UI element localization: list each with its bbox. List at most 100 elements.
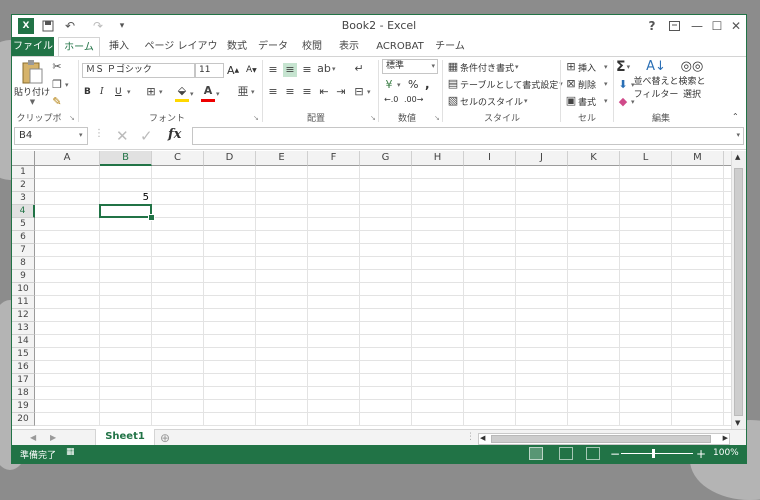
cell-e13[interactable] (256, 322, 308, 335)
tab-team[interactable]: チーム (432, 37, 468, 56)
align-bottom-button[interactable]: ≡ (300, 63, 314, 77)
cell-f6[interactable] (308, 231, 360, 244)
cell-c11[interactable] (152, 296, 204, 309)
scroll-up-icon[interactable]: ▲ (735, 153, 740, 161)
tab-home[interactable]: ホーム (58, 37, 100, 56)
cell-a9[interactable] (35, 270, 100, 283)
cell-j19[interactable] (516, 400, 568, 413)
cell-e20[interactable] (256, 413, 308, 426)
cell-l19[interactable] (620, 400, 672, 413)
cell-m20[interactable] (672, 413, 724, 426)
cell-f1[interactable] (308, 166, 360, 179)
paste-button[interactable]: 貼り付け ▼ (14, 59, 50, 106)
column-header-e[interactable]: E (256, 151, 308, 166)
column-header-l[interactable]: L (620, 151, 672, 166)
cell-d6[interactable] (204, 231, 256, 244)
cell-f12[interactable] (308, 309, 360, 322)
cell-m5[interactable] (672, 218, 724, 231)
cell-d18[interactable] (204, 387, 256, 400)
expand-formula-icon[interactable]: ▾ (735, 131, 740, 139)
cell-m9[interactable] (672, 270, 724, 283)
column-header-a[interactable]: A (35, 151, 100, 166)
underline-dropdown-icon[interactable]: ▾ (126, 88, 131, 96)
cell-l15[interactable] (620, 348, 672, 361)
cell-a7[interactable] (35, 244, 100, 257)
borders-button[interactable]: ⊞ ▾ (144, 85, 162, 99)
cell-g7[interactable] (360, 244, 412, 257)
row-header-3[interactable]: 3 (12, 192, 35, 205)
cell-b18[interactable] (100, 387, 152, 400)
cell-b10[interactable] (100, 283, 152, 296)
cell-b15[interactable] (100, 348, 152, 361)
column-header-d[interactable]: D (204, 151, 256, 166)
cell-j16[interactable] (516, 361, 568, 374)
cell-c14[interactable] (152, 335, 204, 348)
cell-c1[interactable] (152, 166, 204, 179)
cell-i20[interactable] (464, 413, 516, 426)
cell-b2[interactable] (100, 179, 152, 192)
cell-j5[interactable] (516, 218, 568, 231)
cell-k17[interactable] (568, 374, 620, 387)
cell-a17[interactable] (35, 374, 100, 387)
cell-g10[interactable] (360, 283, 412, 296)
cell-f10[interactable] (308, 283, 360, 296)
cell-e19[interactable] (256, 400, 308, 413)
increase-decimal-button[interactable]: ←.0 (384, 95, 398, 104)
row-header-20[interactable]: 20 (12, 413, 35, 426)
cell-f14[interactable] (308, 335, 360, 348)
cell-h19[interactable] (412, 400, 464, 413)
cell-i12[interactable] (464, 309, 516, 322)
cell-c12[interactable] (152, 309, 204, 322)
decrease-indent-button[interactable]: ⇤ (317, 85, 331, 99)
cell-d17[interactable] (204, 374, 256, 387)
cell-a4[interactable] (35, 205, 100, 218)
cancel-icon[interactable]: ✕ (116, 127, 129, 145)
cell-f8[interactable] (308, 257, 360, 270)
cell-g9[interactable] (360, 270, 412, 283)
cell-a12[interactable] (35, 309, 100, 322)
cell-l4[interactable] (620, 205, 672, 218)
cell-b9[interactable] (100, 270, 152, 283)
cell-e3[interactable] (256, 192, 308, 205)
alignment-launcher-icon[interactable]: ↘ (370, 114, 376, 122)
cell-g8[interactable] (360, 257, 412, 270)
cell-f2[interactable] (308, 179, 360, 192)
cell-f7[interactable] (308, 244, 360, 257)
cell-h20[interactable] (412, 413, 464, 426)
align-center-button[interactable]: ≡ (283, 85, 297, 99)
cell-d13[interactable] (204, 322, 256, 335)
tab-view[interactable]: 表示 (334, 37, 364, 56)
clipboard-launcher-icon[interactable]: ↘ (69, 114, 75, 122)
font-size-select[interactable]: 11 (195, 63, 224, 78)
increase-indent-button[interactable]: ⇥ (334, 85, 348, 99)
new-sheet-button[interactable]: ⊕ (160, 431, 170, 445)
fill-color-button[interactable]: ⬙ ▾ (175, 85, 194, 102)
collapse-ribbon-icon[interactable]: ⌃ (732, 112, 739, 121)
cell-h7[interactable] (412, 244, 464, 257)
column-header-m[interactable]: M (672, 151, 724, 166)
ribbon-display-icon[interactable] (664, 17, 684, 35)
cell-k3[interactable] (568, 192, 620, 205)
cell-f3[interactable] (308, 192, 360, 205)
cell-m10[interactable] (672, 283, 724, 296)
horizontal-scrollbar[interactable]: ◀ ▶ (478, 433, 730, 445)
cell-i9[interactable] (464, 270, 516, 283)
underline-button[interactable]: U (115, 87, 122, 97)
cell-m16[interactable] (672, 361, 724, 374)
row-header-14[interactable]: 14 (12, 335, 35, 348)
cell-m3[interactable] (672, 192, 724, 205)
row-header-15[interactable]: 15 (12, 348, 35, 361)
cell-l11[interactable] (620, 296, 672, 309)
cell-m18[interactable] (672, 387, 724, 400)
cell-m14[interactable] (672, 335, 724, 348)
cell-b5[interactable] (100, 218, 152, 231)
horizontal-scroll-thumb[interactable] (491, 435, 711, 443)
cell-a10[interactable] (35, 283, 100, 296)
cell-g1[interactable] (360, 166, 412, 179)
cell-m7[interactable] (672, 244, 724, 257)
cell-e18[interactable] (256, 387, 308, 400)
close-button[interactable]: ✕ (726, 17, 746, 35)
cell-j4[interactable] (516, 205, 568, 218)
cell-k16[interactable] (568, 361, 620, 374)
cell-h16[interactable] (412, 361, 464, 374)
